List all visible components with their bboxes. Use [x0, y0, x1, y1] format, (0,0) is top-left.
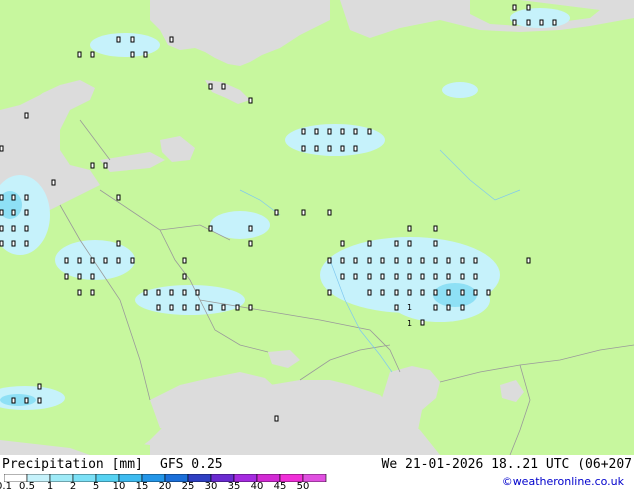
scale-tick-label: 1 [46, 481, 54, 492]
scale-tick-label: 5 [92, 481, 100, 492]
scale-tick-label: 0.5 [19, 481, 35, 492]
model-label: GFS 0.25 [160, 457, 223, 472]
precip-area-medium [433, 283, 477, 307]
precipitation-map[interactable]: 1 1 [0, 0, 634, 456]
precip-area-medium [0, 394, 36, 406]
precip-area [442, 82, 478, 98]
scale-tick-label: 40 [250, 481, 264, 492]
precip-area [90, 33, 160, 57]
scale-tick-label: 35 [227, 481, 241, 492]
svg-text:1: 1 [407, 319, 412, 328]
precip-area [135, 285, 245, 315]
scale-tick-label: 45 [273, 481, 287, 492]
scale-tick-label: 50 [296, 481, 310, 492]
svg-text:1: 1 [407, 303, 412, 312]
scale-tick-label: 25 [181, 481, 195, 492]
map-canvas: 1 1 [0, 0, 634, 456]
credit-link[interactable]: ©weatheronline.co.uk [502, 475, 624, 488]
map-footer: Precipitation [mm] GFS 0.25 We 21-01-202… [0, 455, 634, 492]
scale-tick-label: 20 [158, 481, 172, 492]
legend-title: Precipitation [mm] [2, 457, 143, 472]
scale-tick-label: 30 [204, 481, 218, 492]
scale-tick-label: 15 [135, 481, 149, 492]
scale-tick-label: 0.1 [0, 481, 12, 492]
scale-tick-label: 2 [69, 481, 77, 492]
valid-time: We 21-01-2026 18..21 UTC (06+207 [381, 457, 632, 472]
scale-tick-label: 10 [112, 481, 126, 492]
